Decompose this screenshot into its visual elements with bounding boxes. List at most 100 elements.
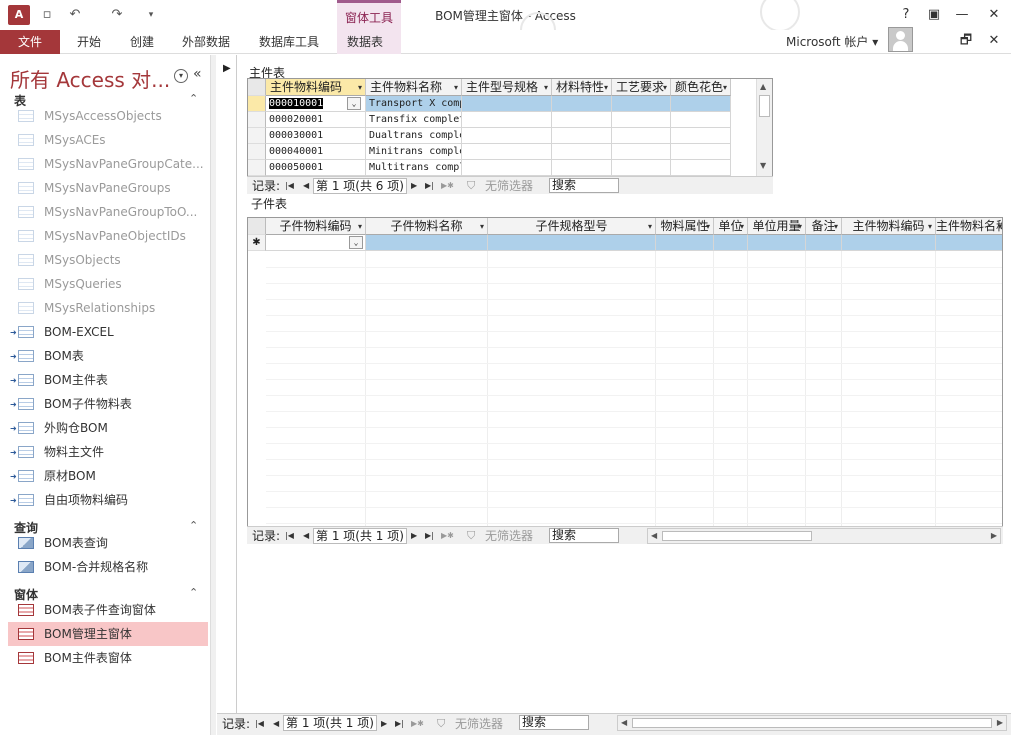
search-box[interactable]: 搜索 bbox=[549, 178, 619, 193]
table-cell[interactable] bbox=[488, 235, 656, 251]
first-record-icon[interactable]: |◀ bbox=[255, 714, 264, 734]
previous-record-icon[interactable]: ◀ bbox=[303, 527, 309, 545]
column-filter-dropdown-icon[interactable]: ▾ bbox=[740, 218, 744, 234]
avatar[interactable] bbox=[888, 27, 913, 52]
tab-external-data[interactable]: 外部数据 bbox=[182, 30, 230, 54]
table-cell[interactable] bbox=[671, 128, 731, 144]
nav-item[interactable]: MSysNavPaneGroupCate... bbox=[8, 152, 208, 176]
column-filter-dropdown-icon[interactable]: ▾ bbox=[604, 79, 608, 95]
table-cell[interactable] bbox=[612, 160, 671, 176]
column-header[interactable]: 主件物料编码 ▾ bbox=[842, 218, 936, 235]
nav-item[interactable]: BOM表子件查询窗体 bbox=[8, 598, 208, 622]
table-cell[interactable] bbox=[366, 235, 488, 251]
nav-item[interactable]: MSysAccessObjects bbox=[8, 104, 208, 128]
table-cell[interactable] bbox=[612, 112, 671, 128]
no-filter-indicator[interactable]: 无筛选器 bbox=[485, 177, 533, 195]
column-filter-dropdown-icon[interactable]: ▾ bbox=[358, 218, 362, 234]
tab-database-tools[interactable]: 数据库工具 bbox=[259, 30, 319, 54]
search-box[interactable]: 搜索 bbox=[519, 715, 589, 730]
table-cell[interactable] bbox=[842, 235, 936, 251]
nav-item[interactable]: MSysACEs bbox=[8, 128, 208, 152]
next-record-icon[interactable]: ▶ bbox=[381, 714, 387, 734]
table-cell[interactable]: ⌄ bbox=[266, 235, 366, 251]
column-filter-dropdown-icon[interactable]: ▾ bbox=[798, 218, 802, 234]
nav-item[interactable]: MSysNavPaneGroups bbox=[8, 176, 208, 200]
row-selector[interactable] bbox=[248, 160, 266, 176]
table-cell[interactable] bbox=[462, 96, 552, 112]
column-header[interactable]: 子件物料编码 ▾ bbox=[266, 218, 366, 235]
previous-record-icon[interactable]: ◀ bbox=[303, 177, 309, 195]
column-header[interactable]: 子件规格型号 ▾ bbox=[488, 218, 656, 235]
first-record-icon[interactable]: |◀ bbox=[285, 527, 294, 545]
no-filter-indicator[interactable]: 无筛选器 bbox=[455, 714, 503, 734]
nav-item[interactable]: MSysNavPaneGroupToO... bbox=[8, 200, 208, 224]
form-record-selector[interactable]: ▶ bbox=[217, 55, 237, 715]
previous-record-icon[interactable]: ◀ bbox=[273, 714, 279, 734]
select-all-corner[interactable] bbox=[248, 218, 266, 235]
table-cell[interactable] bbox=[462, 128, 552, 144]
nav-item[interactable]: MSysNavPaneObjectIDs bbox=[8, 224, 208, 248]
last-record-icon[interactable]: ▶| bbox=[425, 177, 434, 195]
nav-item[interactable]: 原材BOM bbox=[8, 464, 208, 489]
close-window-button[interactable]: ✕ bbox=[980, 4, 1008, 26]
nav-item[interactable]: BOM表查询 bbox=[8, 531, 208, 555]
nav-item[interactable]: MSysObjects bbox=[8, 248, 208, 272]
nav-item[interactable]: BOM管理主窗体 bbox=[8, 622, 208, 646]
table-cell[interactable]: Minitrans complete bbox=[366, 144, 462, 160]
nav-item[interactable]: BOM子件物料表 bbox=[8, 392, 208, 417]
next-record-icon[interactable]: ▶ bbox=[411, 177, 417, 195]
table-cell[interactable] bbox=[671, 160, 731, 176]
nav-item[interactable]: MSysQueries bbox=[8, 272, 208, 296]
column-header[interactable]: 颜色花色 ▾ bbox=[671, 79, 731, 96]
table-cell[interactable]: 000030001 bbox=[266, 128, 366, 144]
column-header[interactable]: 工艺要求 ▾ bbox=[612, 79, 671, 96]
nav-item[interactable]: 外购仓BOM bbox=[8, 416, 208, 441]
column-filter-dropdown-icon[interactable]: ▾ bbox=[358, 79, 362, 95]
column-header[interactable]: 主件物料名称 ▾ bbox=[366, 79, 462, 96]
column-filter-dropdown-icon[interactable]: ▾ bbox=[648, 218, 652, 234]
nav-pane-scrollbar[interactable] bbox=[210, 55, 216, 735]
table-cell[interactable] bbox=[552, 144, 612, 160]
row-selector[interactable] bbox=[248, 144, 266, 160]
table-cell[interactable] bbox=[936, 235, 1002, 251]
column-header[interactable]: 主件型号规格 ▾ bbox=[462, 79, 552, 96]
new-record-icon[interactable]: ▶✱ bbox=[411, 714, 424, 734]
no-filter-indicator[interactable]: 无筛选器 bbox=[485, 527, 533, 545]
scroll-thumb[interactable] bbox=[662, 531, 812, 541]
nav-pane-collapse-icon[interactable]: « bbox=[193, 66, 202, 82]
maximize-button[interactable] bbox=[952, 4, 980, 26]
scroll-right-icon[interactable]: ▶ bbox=[997, 716, 1003, 730]
column-header[interactable]: 主件物料名称 ▾ bbox=[936, 218, 1002, 235]
table-cell[interactable] bbox=[656, 235, 714, 251]
column-header[interactable]: 备注 ▾ bbox=[806, 218, 842, 235]
current-record-box[interactable]: 第 1 项(共 1 项) bbox=[283, 715, 377, 731]
row-selector[interactable] bbox=[248, 128, 266, 144]
filter-funnel-icon[interactable]: ⛉ bbox=[437, 714, 445, 734]
scroll-left-icon[interactable]: ◀ bbox=[621, 716, 627, 730]
nav-item[interactable]: BOM-EXCEL bbox=[8, 320, 208, 345]
table-cell[interactable] bbox=[714, 235, 748, 251]
ribbon-display-options-button[interactable]: ▣ bbox=[920, 4, 948, 26]
column-filter-dropdown-icon[interactable]: ▾ bbox=[454, 79, 458, 95]
new-record-icon[interactable]: ▶✱ bbox=[441, 527, 454, 545]
table-cell[interactable] bbox=[671, 144, 731, 160]
column-header[interactable]: 物料属性 ▾ bbox=[656, 218, 714, 235]
table-cell[interactable] bbox=[552, 128, 612, 144]
tab-home[interactable]: 开始 bbox=[77, 30, 101, 54]
horizontal-scrollbar[interactable]: ◀ ▶ bbox=[647, 528, 1001, 544]
row-selector[interactable] bbox=[248, 112, 266, 128]
scroll-thumb[interactable] bbox=[632, 718, 992, 728]
filter-funnel-icon[interactable]: ⛉ bbox=[467, 177, 475, 195]
table-cell[interactable] bbox=[552, 96, 612, 112]
nav-pane-title[interactable]: 所有 Access 对... bbox=[10, 64, 170, 93]
current-record-box[interactable]: 第 1 项(共 1 项) bbox=[313, 528, 407, 544]
table-cell[interactable] bbox=[552, 160, 612, 176]
nav-item[interactable]: BOM主件表窗体 bbox=[8, 646, 208, 670]
row-selector[interactable] bbox=[248, 96, 266, 112]
column-filter-dropdown-icon[interactable]: ▾ bbox=[480, 218, 484, 234]
table-cell[interactable]: 000050001 bbox=[266, 160, 366, 176]
nav-item[interactable]: BOM-合并规格名称 bbox=[8, 555, 208, 579]
table-cell[interactable]: 000010001 ⌄ bbox=[266, 96, 366, 112]
tab-create[interactable]: 创建 bbox=[130, 30, 154, 54]
column-header[interactable]: 单位 ▾ bbox=[714, 218, 748, 235]
